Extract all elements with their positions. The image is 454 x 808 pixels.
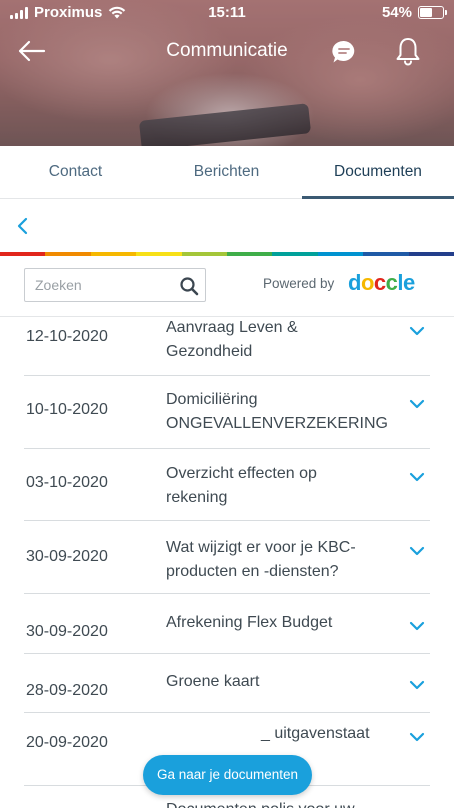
document-date: 03-10-2020 [26,474,108,491]
go-to-documents-button[interactable]: Ga naar je documenten [143,755,312,795]
chat-bubble-icon [332,40,355,63]
bell-icon [396,38,420,66]
document-row[interactable]: 03-10-2020 Overzicht effecten op rekening [24,449,430,521]
status-right: 54% [381,4,447,21]
document-date: 30-09-2020 [26,548,108,565]
battery-icon [418,6,447,19]
doccle-logo-letter: d [348,270,361,295]
document-title-line: Gezondheid [166,343,253,360]
document-row[interactable]: 28-09-2020 Groene kaart [24,654,430,713]
doccle-logo-letter: c [385,270,398,295]
document-row[interactable]: 12-10-2020 Aanvraag Leven & Gezondheid [24,316,430,376]
document-title: Wat wijzigt er voor je KBC-producten en … [166,536,396,584]
document-list: 12-10-2020 Aanvraag Leven & Gezondheid 10-1… [0,316,454,808]
chevron-down-icon[interactable] [408,471,426,483]
document-title-line: Groene kaart [166,673,260,690]
document-date: 20-09-2020 [26,734,108,751]
document-title: Afrekening Flex Budget [166,611,396,635]
document-title: Groene kaart [166,670,396,694]
document-date: 10-10-2020 [26,401,108,418]
document-date: 28-09-2020 [26,682,108,699]
document-title-line: Aanvraag Leven & [166,319,298,336]
document-title-line: Afrekening Flex Budget [166,614,333,631]
doccle-logo-letter: o [360,270,374,295]
document-row[interactable]: 30-09-2020 Wat wijzigt er voor je KBC-pro… [24,521,430,594]
document-title: Aanvraag Leven & Gezondheid [166,316,396,364]
document-title: Documenten polis voor uw [166,798,396,808]
powered-by-label: Powered by [263,276,335,291]
document-title-line: Overzicht effecten op [166,465,317,482]
chevron-down-icon[interactable] [408,325,426,337]
sub-navigation [0,199,454,253]
doccle-logo-letter: e [403,270,415,295]
chevron-down-icon[interactable] [408,620,426,632]
document-title-line: rekening [166,489,228,506]
notifications-button[interactable] [394,36,422,66]
document-row[interactable]: 30-09-2020 Afrekening Flex Budget [24,594,430,654]
document-title: Domiciliëring ONGEVALLENVERZEKERING [166,388,396,436]
sub-back-button[interactable] [14,215,32,237]
document-date: 30-09-2020 [26,623,108,640]
chevron-down-icon[interactable] [408,731,426,743]
tab-berichten[interactable]: Berichten [151,146,302,199]
document-title-line: Wat wijzigt er voor je KBC- [166,539,356,556]
page-title: Communicatie [166,40,288,61]
doccle-logo: doccle [348,270,415,296]
search-icon[interactable] [179,276,199,296]
chevron-down-icon[interactable] [408,545,426,557]
battery-label: 54% [381,4,412,21]
status-bar: Proximus 15:11 54% [0,0,454,26]
tab-bar: Contact Berichten Documenten [0,146,454,199]
document-title: Overzicht effecten op rekening [166,462,396,510]
document-title-line: ONGEVALLENVERZEKERING [166,415,388,432]
search-input[interactable] [35,273,175,297]
header-banner: Proximus 15:11 54% Communicatie [0,0,454,146]
document-date: 12-10-2020 [26,328,108,345]
search-row: Powered by doccle [0,256,454,316]
tab-contact[interactable]: Contact [0,146,151,199]
document-title-line: Domiciliëring [166,391,258,408]
chevron-left-icon [17,217,28,235]
search-field [24,268,206,302]
chevron-down-icon[interactable] [408,398,426,410]
chevron-down-icon[interactable] [408,679,426,691]
tab-documenten[interactable]: Documenten [302,146,454,199]
document-title-line: producten en -diensten? [166,563,339,580]
chat-button[interactable] [331,39,357,65]
document-row[interactable]: 10-10-2020 Domiciliëring ONGEVALLENVERZEKE… [24,376,430,449]
doccle-logo-letter: c [373,270,386,295]
document-title-line: Documenten polis voor uw [166,798,396,808]
